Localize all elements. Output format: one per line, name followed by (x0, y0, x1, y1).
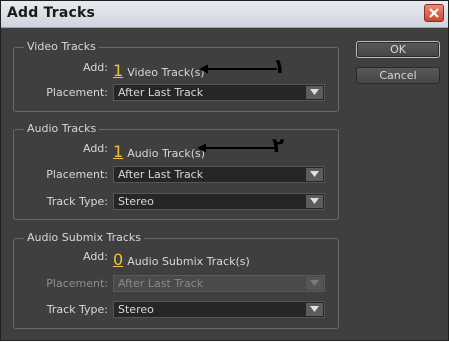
close-icon (429, 8, 439, 18)
ok-button[interactable]: OK (356, 41, 440, 58)
audio-add-suffix: Audio Track(s) (127, 147, 206, 160)
annotation-digit-1: ١ (273, 54, 286, 78)
chevron-down-icon (310, 306, 319, 312)
submix-track-type-label: Track Type: (46, 303, 108, 316)
audio-track-type-value: Stereo (118, 195, 154, 208)
submix-track-type-value: Stereo (118, 303, 154, 316)
video-tracks-group: Video Tracks Add: 1 Video Track(s) Placem… (13, 40, 339, 112)
cancel-button[interactable]: Cancel (356, 67, 440, 84)
audio-track-type-select[interactable]: Stereo (113, 193, 325, 210)
video-add-suffix: Video Track(s) (127, 66, 205, 79)
chevron-down-icon (310, 280, 319, 286)
audio-tracks-group: Audio Tracks Add: 1 Audio Track(s) Placem… (13, 122, 339, 220)
video-placement-value: After Last Track (118, 86, 204, 99)
submix-track-type-arrow[interactable] (306, 303, 323, 316)
submix-add-row: 0 Audio Submix Track(s) (113, 250, 250, 269)
submix-placement-value: After Last Track (118, 277, 204, 290)
video-placement-arrow[interactable] (306, 86, 323, 99)
video-tracks-title: Video Tracks (24, 40, 99, 53)
video-add-label: Add: (82, 61, 108, 74)
chevron-down-icon (310, 198, 319, 204)
audio-submix-tracks-title: Audio Submix Tracks (24, 231, 144, 244)
video-count-input[interactable]: 1 (113, 61, 123, 80)
annotation-arrow-2 (197, 143, 275, 153)
add-tracks-dialog: Add Tracks Video Tracks Add: 1 Video Trac… (0, 0, 449, 341)
submix-placement-label: Placement: (46, 277, 108, 290)
submix-placement-arrow (306, 277, 323, 290)
audio-placement-label: Placement: (46, 168, 108, 181)
dialog-title: Add Tracks (7, 5, 96, 21)
submix-add-label: Add: (82, 250, 108, 263)
audio-track-type-label: Track Type: (46, 195, 108, 208)
audio-track-type-arrow[interactable] (306, 195, 323, 208)
audio-add-row: 1 Audio Track(s) (113, 142, 205, 161)
submix-count-input[interactable]: 0 (113, 250, 123, 269)
title-bar: Add Tracks (1, 1, 448, 28)
submix-add-suffix: Audio Submix Track(s) (127, 255, 250, 268)
chevron-down-icon (310, 89, 319, 95)
submix-placement-select: After Last Track (113, 275, 325, 292)
submix-track-type-select[interactable]: Stereo (113, 301, 325, 318)
audio-count-input[interactable]: 1 (113, 142, 123, 161)
audio-tracks-title: Audio Tracks (24, 122, 100, 135)
video-placement-select[interactable]: After Last Track (113, 84, 325, 101)
audio-submix-tracks-group: Audio Submix Tracks Add: 0 Audio Submix T… (13, 231, 339, 329)
audio-placement-select[interactable]: After Last Track (113, 166, 325, 183)
audio-placement-arrow[interactable] (306, 168, 323, 181)
close-button[interactable] (424, 4, 444, 22)
video-add-row: 1 Video Track(s) (113, 61, 205, 80)
audio-add-label: Add: (82, 142, 108, 155)
video-placement-label: Placement: (46, 86, 108, 99)
audio-placement-value: After Last Track (118, 168, 204, 181)
annotation-arrow-1 (199, 64, 277, 74)
annotation-digit-2: ٢ (272, 133, 285, 157)
chevron-down-icon (310, 171, 319, 177)
